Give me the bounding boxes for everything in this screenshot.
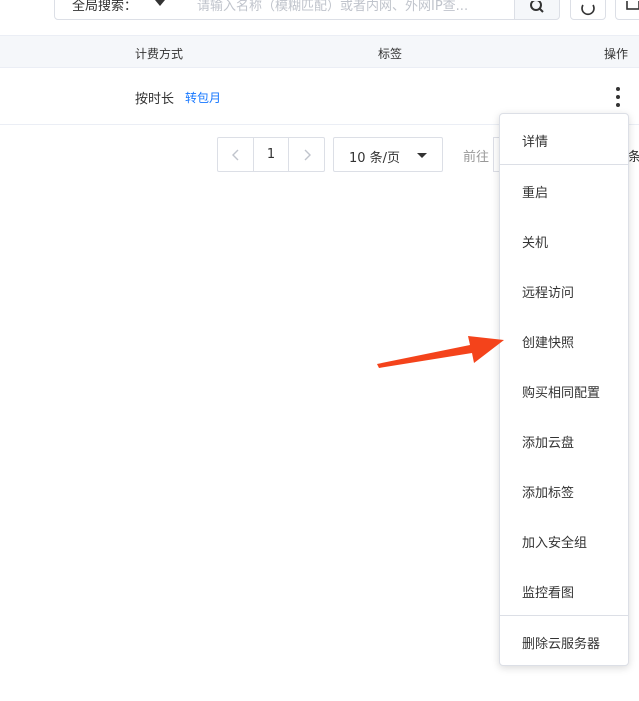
menu-item-create-snapshot[interactable]: 创建快照 bbox=[500, 315, 628, 365]
billing-mode: 按时长 bbox=[135, 92, 175, 107]
caret-down-icon bbox=[155, 0, 165, 6]
chevron-left-icon bbox=[232, 149, 239, 161]
column-header-actions: 操作 bbox=[604, 47, 629, 61]
export-button[interactable] bbox=[615, 0, 639, 20]
pagination: 1 bbox=[217, 137, 325, 172]
search-button[interactable] bbox=[514, 0, 560, 20]
menu-item-shutdown[interactable]: 关机 bbox=[500, 215, 628, 265]
menu-item-add-disk[interactable]: 添加云盘 bbox=[500, 415, 628, 465]
search-icon bbox=[530, 1, 544, 13]
menu-item-restart[interactable]: 重启 bbox=[500, 165, 628, 215]
column-header-tags: 标签 bbox=[378, 47, 403, 61]
search-placeholder: 请输入名称（模糊匹配）或者内网、外网IP查... bbox=[197, 0, 469, 14]
export-icon bbox=[626, 1, 639, 10]
menu-item-add-tag[interactable]: 添加标签 bbox=[500, 465, 628, 515]
chevron-right-icon bbox=[304, 149, 311, 161]
pagination-tail-text: 条 bbox=[628, 150, 639, 165]
search-scope-select[interactable]: 全局搜索： bbox=[54, 0, 180, 20]
menu-item-buy-same-config[interactable]: 购买相同配置 bbox=[500, 365, 628, 415]
search-input[interactable]: 请输入名称（模糊匹配）或者内网、外网IP查... bbox=[179, 0, 515, 20]
instance-list-page: 全局搜索： 请输入名称（模糊匹配）或者内网、外网IP查... 计费方式 标签 操… bbox=[0, 0, 639, 701]
menu-item-join-security-group[interactable]: 加入安全组 bbox=[500, 515, 628, 565]
search-scope-label: 全局搜索： bbox=[72, 0, 138, 14]
refresh-button[interactable] bbox=[570, 0, 606, 20]
refresh-icon bbox=[581, 4, 595, 16]
page-size-select[interactable]: 10 条/页 bbox=[333, 137, 443, 172]
menu-item-remote-access[interactable]: 远程访问 bbox=[500, 265, 628, 315]
action-dropdown-menu: 详情 重启 关机 远程访问 创建快照 购买相同配置 添加云盘 添加标签 加入安全… bbox=[499, 113, 629, 666]
caret-down-icon bbox=[417, 153, 427, 158]
column-header-billing: 计费方式 bbox=[135, 47, 184, 61]
page-number-current[interactable]: 1 bbox=[254, 138, 288, 171]
annotation-arrow-icon bbox=[377, 336, 504, 368]
next-page-button[interactable] bbox=[289, 138, 325, 171]
more-actions-icon[interactable] bbox=[609, 85, 627, 109]
menu-item-details[interactable]: 详情 bbox=[500, 114, 628, 164]
table-header: 计费方式 标签 操作 bbox=[0, 35, 639, 68]
switch-to-monthly-link[interactable]: 转包月 bbox=[185, 89, 221, 106]
menu-item-delete-server[interactable]: 删除云服务器 bbox=[500, 616, 628, 666]
page-size-value: 10 条/页 bbox=[349, 151, 401, 166]
prev-page-button[interactable] bbox=[218, 138, 254, 171]
goto-label: 前往 bbox=[463, 150, 490, 165]
menu-item-monitoring[interactable]: 监控看图 bbox=[500, 565, 628, 615]
